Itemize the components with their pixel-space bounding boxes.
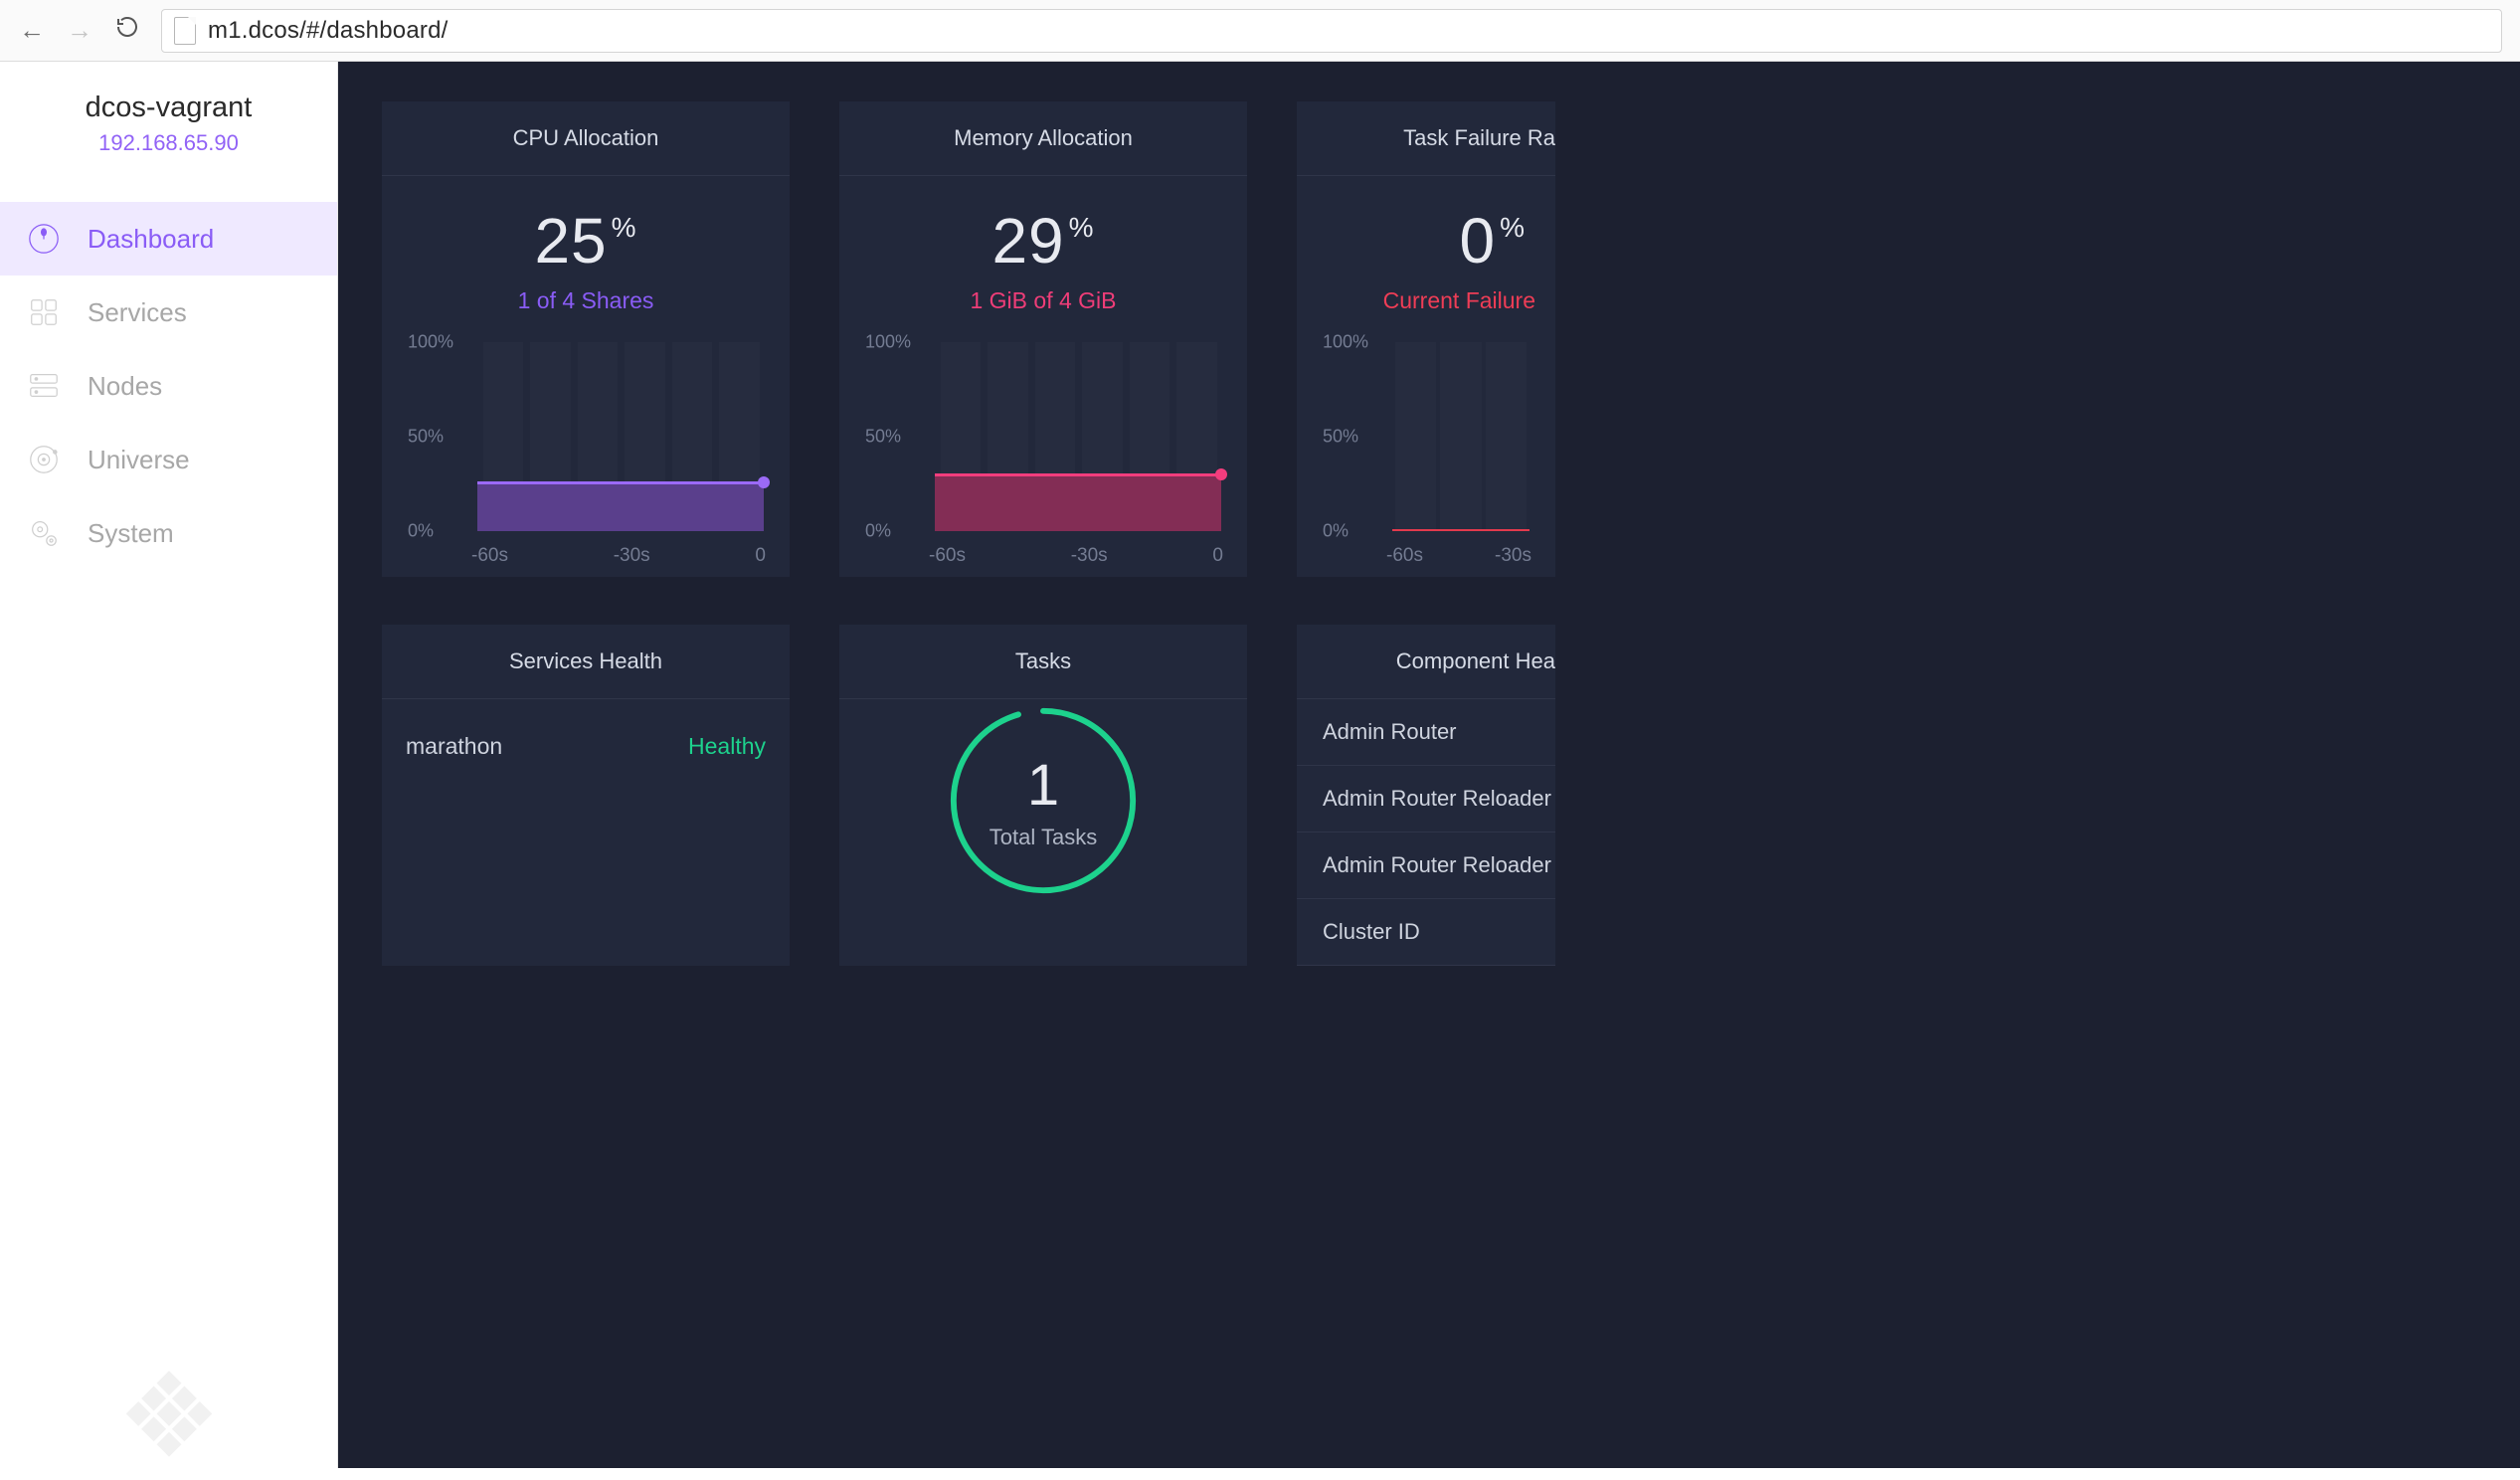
forward-button[interactable]: → <box>66 15 93 46</box>
sidebar-item-nodes[interactable]: Nodes <box>0 349 337 423</box>
card-title: Memory Allocation <box>839 101 1247 176</box>
dashboard-main: CPU Allocation 25% 1 of 4 Shares 100% 50… <box>338 62 2520 1468</box>
service-status: Healthy <box>688 733 766 760</box>
sidebar-item-label: System <box>88 518 174 549</box>
cluster-header: dcos-vagrant 192.168.65.90 <box>0 62 337 174</box>
sidebar-item-label: Services <box>88 297 187 328</box>
x-axis: -60s-30s0 <box>929 545 1227 567</box>
sidebar-item-dashboard[interactable]: Dashboard <box>0 202 337 276</box>
sidebar-item-label: Universe <box>88 445 190 475</box>
card-tasks: Tasks 1 Total Tasks <box>839 625 1247 966</box>
card-title: Tasks <box>839 625 1247 699</box>
mem-percent: 29% <box>859 204 1227 278</box>
servers-icon <box>26 368 62 404</box>
tasks-ring: 1 Total Tasks <box>946 703 1141 898</box>
y-tick: 50% <box>865 427 901 448</box>
cards-row-1: CPU Allocation 25% 1 of 4 Shares 100% 50… <box>382 101 2520 577</box>
card-title: Services Health <box>382 625 790 699</box>
sidebar-item-services[interactable]: Services <box>0 276 337 349</box>
service-name: marathon <box>406 733 502 760</box>
y-tick: 50% <box>408 427 444 448</box>
card-memory-allocation: Memory Allocation 29% 1 GiB of 4 GiB 100… <box>839 101 1247 577</box>
component-item[interactable]: Admin Router Reloader <box>1297 832 1555 899</box>
card-cpu-allocation: CPU Allocation 25% 1 of 4 Shares 100% 50… <box>382 101 790 577</box>
sidebar-item-universe[interactable]: Universe <box>0 423 337 496</box>
sidebar-item-label: Nodes <box>88 371 162 402</box>
x-axis: -60s-30s0 <box>471 545 770 567</box>
app-frame: dcos-vagrant 192.168.65.90 Dashboard Ser… <box>0 62 2520 1468</box>
page-icon <box>174 17 196 45</box>
card-title: Component Hea <box>1297 625 1555 699</box>
sidebar-item-system[interactable]: System <box>0 496 337 570</box>
card-services-health: Services Health marathon Healthy <box>382 625 790 966</box>
reload-button[interactable] <box>113 15 141 46</box>
sidebar-nav: Dashboard Services Nodes Universe <box>0 202 337 570</box>
x-axis: -60s-30s <box>1386 545 1535 567</box>
y-tick: 100% <box>865 332 911 353</box>
cpu-chart: 100% 50% 0% <box>408 342 764 531</box>
component-item[interactable]: Admin Router Reloader <box>1297 766 1555 832</box>
y-tick: 0% <box>1323 521 1349 542</box>
fail-percent: 0% <box>1317 204 1535 278</box>
cluster-ip[interactable]: 192.168.65.90 <box>0 130 337 156</box>
gauge-icon <box>26 221 62 257</box>
browser-toolbar: ← → m1.dcos/#/dashboard/ <box>0 0 2520 62</box>
component-item[interactable]: Admin Router <box>1297 699 1555 766</box>
card-title: Task Failure Ra <box>1297 101 1555 176</box>
orbit-icon <box>26 442 62 477</box>
y-tick: 0% <box>865 521 891 542</box>
y-tick: 100% <box>408 332 453 353</box>
sidebar-item-label: Dashboard <box>88 224 214 255</box>
tasks-label: Total Tasks <box>990 825 1097 850</box>
y-tick: 50% <box>1323 427 1358 448</box>
address-bar[interactable]: m1.dcos/#/dashboard/ <box>161 9 2502 53</box>
fail-subline: Current Failure <box>1317 287 1535 314</box>
fail-chart: 100% 50% 0% <box>1323 342 1530 531</box>
dcos-logo <box>114 1366 224 1480</box>
service-row[interactable]: marathon Healthy <box>402 727 770 766</box>
y-tick: 100% <box>1323 332 1368 353</box>
cpu-percent: 25% <box>402 204 770 278</box>
grid-icon <box>26 294 62 330</box>
card-component-health: Component Hea Admin Router Admin Router … <box>1297 625 1555 966</box>
mem-chart: 100% 50% 0% <box>865 342 1221 531</box>
card-title: CPU Allocation <box>382 101 790 176</box>
url-text: m1.dcos/#/dashboard/ <box>208 17 448 45</box>
sidebar: dcos-vagrant 192.168.65.90 Dashboard Ser… <box>0 62 338 1468</box>
gears-icon <box>26 515 62 551</box>
y-tick: 0% <box>408 521 434 542</box>
cpu-subline: 1 of 4 Shares <box>402 287 770 314</box>
back-button[interactable]: ← <box>18 15 46 46</box>
component-item[interactable]: Cluster ID <box>1297 899 1555 966</box>
tasks-count: 1 <box>1027 752 1059 819</box>
card-failure-rate: Task Failure Ra 0% Current Failure 100% … <box>1297 101 1555 577</box>
mem-subline: 1 GiB of 4 GiB <box>859 287 1227 314</box>
cluster-name: dcos-vagrant <box>0 92 337 124</box>
cards-row-2: Services Health marathon Healthy Tasks <box>382 625 2520 966</box>
